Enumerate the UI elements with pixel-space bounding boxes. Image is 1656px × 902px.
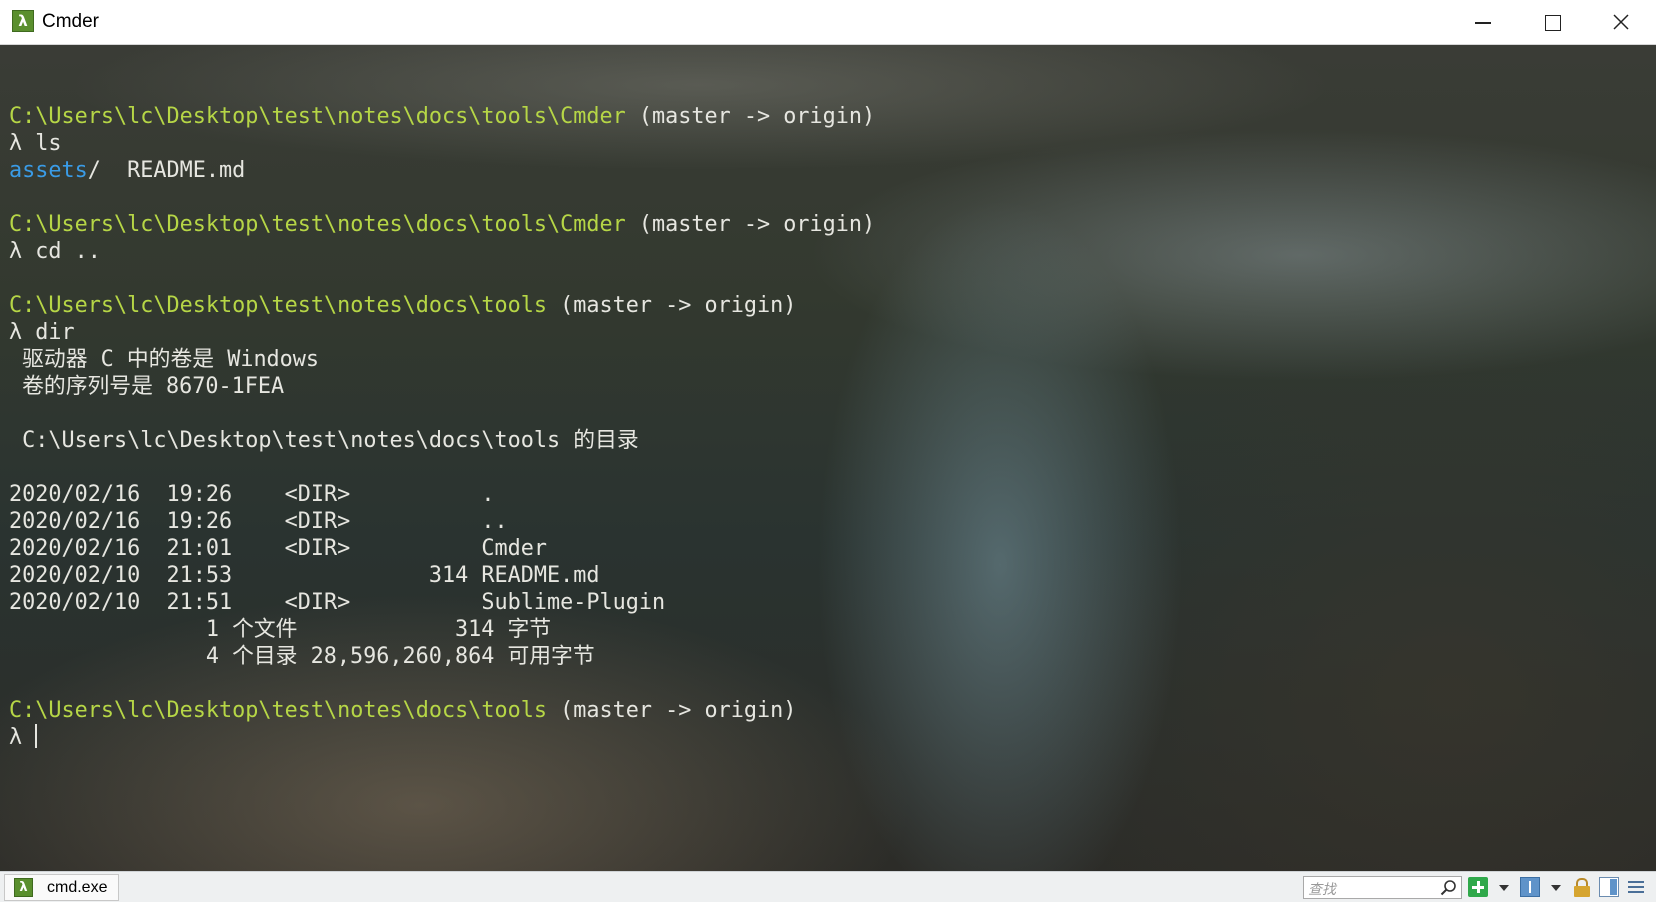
terminal-prompt-line: C:\Users\lc\Desktop\test\notes\docs\tool… bbox=[9, 292, 875, 319]
output-text: 2020/02/16 19:26 <DIR> . bbox=[9, 482, 495, 507]
directory-entry: assets bbox=[9, 158, 88, 183]
terminal-command-line: λ ls bbox=[9, 130, 875, 157]
terminal-output-line: 1 个文件 314 字节 bbox=[9, 616, 875, 643]
panel-icon[interactable] bbox=[1599, 877, 1619, 897]
prompt-branch: (master -> origin) bbox=[625, 104, 876, 129]
output-text: 2020/02/16 21:01 <DIR> Cmder bbox=[9, 536, 548, 561]
chevron-down-icon[interactable] bbox=[1499, 885, 1509, 891]
output-text: 驱动器 C 中的卷是 Windows bbox=[9, 347, 320, 372]
status-bar: λ cmd.exe 查找 bbox=[0, 871, 1656, 902]
output-text: C:\Users\lc\Desktop\test\notes\docs\tool… bbox=[9, 428, 639, 453]
output-text: 2020/02/16 19:26 <DIR> .. bbox=[9, 509, 508, 534]
command-text: λ ls bbox=[9, 131, 62, 156]
terminal-output-line: 2020/02/16 19:26 <DIR> .. bbox=[9, 508, 875, 535]
title-bar[interactable]: λ Cmder bbox=[0, 0, 1656, 45]
prompt-branch: (master -> origin) bbox=[547, 698, 797, 723]
prompt-path: C:\Users\lc\Desktop\test\notes\docs\tool… bbox=[9, 212, 626, 237]
terminal-output-line: 2020/02/10 21:51 <DIR> Sublime-Plugin bbox=[9, 589, 875, 616]
lock-icon[interactable] bbox=[1572, 877, 1592, 897]
prompt-branch: (master -> origin) bbox=[625, 212, 876, 237]
terminal-output-line: 2020/02/10 21:53 314 README.md bbox=[9, 562, 875, 589]
tab-label: cmd.exe bbox=[47, 879, 108, 896]
prompt-path: C:\Users\lc\Desktop\test\notes\docs\tool… bbox=[9, 698, 548, 723]
close-icon bbox=[1613, 14, 1629, 30]
minimize-button[interactable] bbox=[1446, 0, 1516, 44]
tab-cmd-exe[interactable]: λ cmd.exe bbox=[4, 874, 119, 901]
command-text: λ cd .. bbox=[9, 239, 101, 264]
output-text: 4 个目录 28,596,260,864 可用字节 bbox=[9, 644, 595, 669]
window-title: Cmder bbox=[42, 11, 100, 32]
chevron-down-icon[interactable] bbox=[1551, 885, 1561, 891]
terminal-output-line: 卷的序列号是 8670-1FEA bbox=[9, 373, 875, 400]
cmder-lambda-icon[interactable]: λ bbox=[12, 10, 34, 32]
cmder-window: λ Cmder C:\Users\lc\Desktop\test\notes\d… bbox=[0, 0, 1656, 902]
split-icon[interactable] bbox=[1520, 877, 1540, 897]
terminal-command-line: λ dir bbox=[9, 319, 875, 346]
cmder-lambda-icon: λ bbox=[14, 878, 33, 897]
output-text: 卷的序列号是 8670-1FEA bbox=[9, 374, 285, 399]
search-icon[interactable] bbox=[1440, 879, 1457, 896]
search-input[interactable]: 查找 bbox=[1303, 876, 1462, 899]
terminal-prompt-line: C:\Users\lc\Desktop\test\notes\docs\tool… bbox=[9, 103, 875, 130]
menu-icon[interactable] bbox=[1626, 877, 1646, 897]
terminal-output-line: assets/ README.md bbox=[9, 157, 875, 184]
terminal-prompt-line: C:\Users\lc\Desktop\test\notes\docs\tool… bbox=[9, 697, 875, 724]
input-prompt: λ bbox=[9, 725, 36, 750]
terminal-output-line: 4 个目录 28,596,260,864 可用字节 bbox=[9, 643, 875, 670]
terminal-output-line: 驱动器 C 中的卷是 Windows bbox=[9, 346, 875, 373]
terminal-output-line: 2020/02/16 19:26 <DIR> . bbox=[9, 481, 875, 508]
prompt-path: C:\Users\lc\Desktop\test\notes\docs\tool… bbox=[9, 293, 548, 318]
terminal-output-line: C:\Users\lc\Desktop\test\notes\docs\tool… bbox=[9, 427, 875, 454]
output-text: 2020/02/10 21:53 314 README.md bbox=[9, 563, 600, 588]
close-button[interactable] bbox=[1586, 0, 1656, 44]
prompt-path: C:\Users\lc\Desktop\test\notes\docs\tool… bbox=[9, 104, 626, 129]
text-cursor bbox=[35, 724, 38, 748]
new-console-plus-icon[interactable] bbox=[1468, 877, 1488, 897]
command-text: λ dir bbox=[9, 320, 75, 345]
prompt-branch: (master -> origin) bbox=[547, 293, 797, 318]
terminal-console[interactable]: C:\Users\lc\Desktop\test\notes\docs\tool… bbox=[0, 45, 1656, 871]
search-placeholder: 查找 bbox=[1308, 882, 1336, 898]
terminal-output-line: 2020/02/16 21:01 <DIR> Cmder bbox=[9, 535, 875, 562]
terminal-command-line: λ cd .. bbox=[9, 238, 875, 265]
terminal-prompt-line: C:\Users\lc\Desktop\test\notes\docs\tool… bbox=[9, 211, 875, 238]
file-entry: / README.md bbox=[87, 158, 246, 183]
terminal-output: C:\Users\lc\Desktop\test\notes\docs\tool… bbox=[9, 76, 875, 751]
output-text: 2020/02/10 21:51 <DIR> Sublime-Plugin bbox=[9, 590, 666, 615]
terminal-input-line[interactable]: λ bbox=[9, 724, 875, 751]
maximize-button[interactable] bbox=[1516, 0, 1586, 44]
output-text: 1 个文件 314 字节 bbox=[9, 617, 552, 642]
